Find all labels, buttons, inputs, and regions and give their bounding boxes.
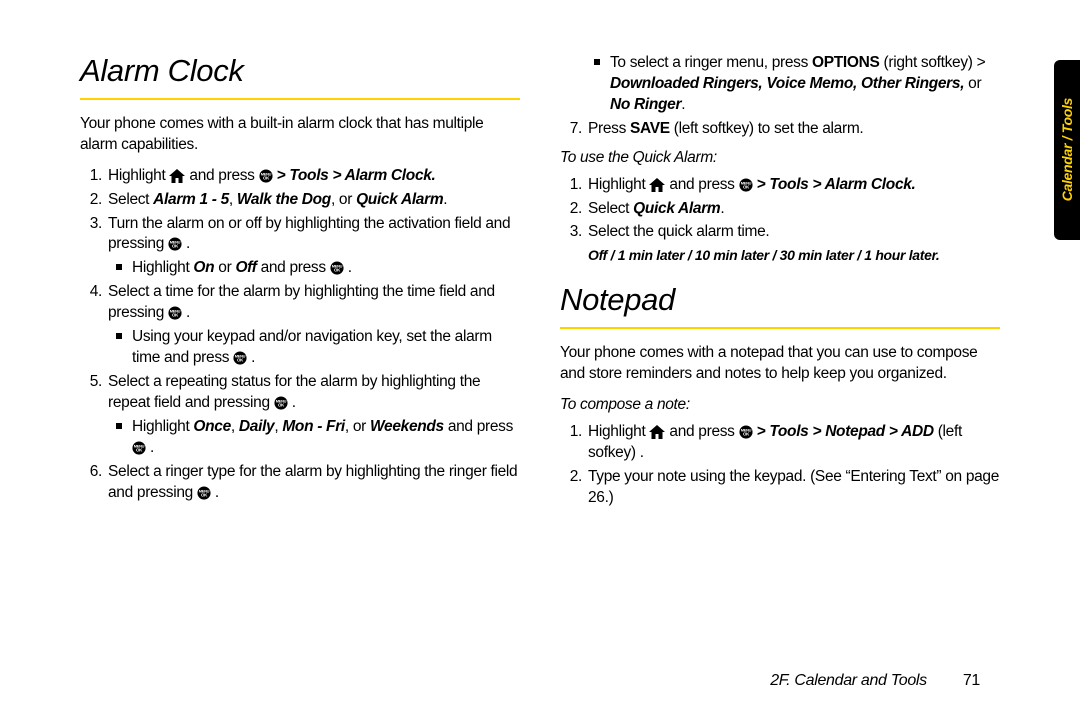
alarm-steps: Highlight and press > Tools > Alarm Cloc…	[80, 166, 520, 504]
menu-ok-icon	[259, 169, 273, 183]
home-icon	[169, 169, 185, 183]
quick-alarm-steps: Highlight and press > Tools > Alarm Cloc…	[560, 175, 1000, 244]
title-divider-2	[560, 327, 1000, 329]
menu-ok-icon	[274, 396, 288, 410]
compose-note-subhead: To compose a note:	[560, 395, 1000, 416]
step-5-sub: Highlight Once, Daily, Mon - Fri, or Wee…	[108, 417, 520, 459]
notepad-intro: Your phone comes with a notepad that you…	[560, 343, 1000, 385]
step-4-sub: Using your keypad and/or navigation key,…	[108, 327, 520, 369]
quick-step-3: Select the quick alarm time.	[586, 222, 1000, 243]
footer-section-label: 2F. Calendar and Tools	[770, 672, 927, 690]
notepad-steps: Highlight and press > Tools > Notepad > …	[560, 422, 1000, 509]
step-7: Press SAVE (left softkey) to set the ala…	[586, 119, 1000, 140]
quick-step-1: Highlight and press > Tools > Alarm Cloc…	[586, 175, 1000, 196]
alarm-intro: Your phone comes with a built-in alarm c…	[80, 114, 520, 156]
menu-ok-icon	[739, 178, 753, 192]
left-column: Alarm Clock Your phone comes with a buil…	[80, 50, 520, 640]
manual-page: Calendar / Tools Alarm Clock Your phone …	[0, 0, 1080, 720]
step-3: Turn the alarm on or off by highlighting…	[106, 214, 520, 280]
page-number: 71	[963, 672, 980, 690]
step-6: Select a ringer type for the alarm by hi…	[106, 462, 520, 504]
step-3-sub: Highlight On or Off and press .	[108, 258, 520, 279]
content-columns: Alarm Clock Your phone comes with a buil…	[80, 50, 1000, 640]
section-tab-label: Calendar / Tools	[1059, 98, 1075, 201]
alarm-clock-title: Alarm Clock	[80, 50, 520, 92]
alarm-steps-cont: Press SAVE (left softkey) to set the ala…	[560, 119, 1000, 140]
notepad-step-1: Highlight and press > Tools > Notepad > …	[586, 422, 1000, 464]
quick-alarm-subhead: To use the Quick Alarm:	[560, 148, 1000, 169]
menu-ok-icon	[197, 486, 211, 500]
notepad-title: Notepad	[560, 279, 1000, 321]
section-tab: Calendar / Tools	[1054, 60, 1080, 240]
title-divider	[80, 98, 520, 100]
menu-ok-icon	[132, 441, 146, 455]
home-icon	[649, 178, 665, 192]
page-footer: 2F. Calendar and Tools 71	[770, 672, 980, 690]
step-4: Select a time for the alarm by highlight…	[106, 282, 520, 369]
menu-ok-icon	[330, 261, 344, 275]
step-2: Select Alarm 1 - 5, Walk the Dog, or Qui…	[106, 190, 520, 211]
menu-ok-icon	[739, 425, 753, 439]
quick-step-2: Select Quick Alarm.	[586, 199, 1000, 220]
step-6-sub: To select a ringer menu, press OPTIONS (…	[586, 53, 1000, 116]
menu-ok-icon	[168, 306, 182, 320]
step-5: Select a repeating status for the alarm …	[106, 372, 520, 459]
menu-ok-icon	[233, 351, 247, 365]
step-1: Highlight and press > Tools > Alarm Cloc…	[106, 166, 520, 187]
home-icon	[649, 425, 665, 439]
notepad-step-2: Type your note using the keypad. (See “E…	[586, 467, 1000, 509]
menu-ok-icon	[168, 237, 182, 251]
quick-alarm-options: Off / 1 min later / 10 min later / 30 mi…	[588, 246, 1000, 265]
right-column: To select a ringer menu, press OPTIONS (…	[560, 50, 1000, 640]
